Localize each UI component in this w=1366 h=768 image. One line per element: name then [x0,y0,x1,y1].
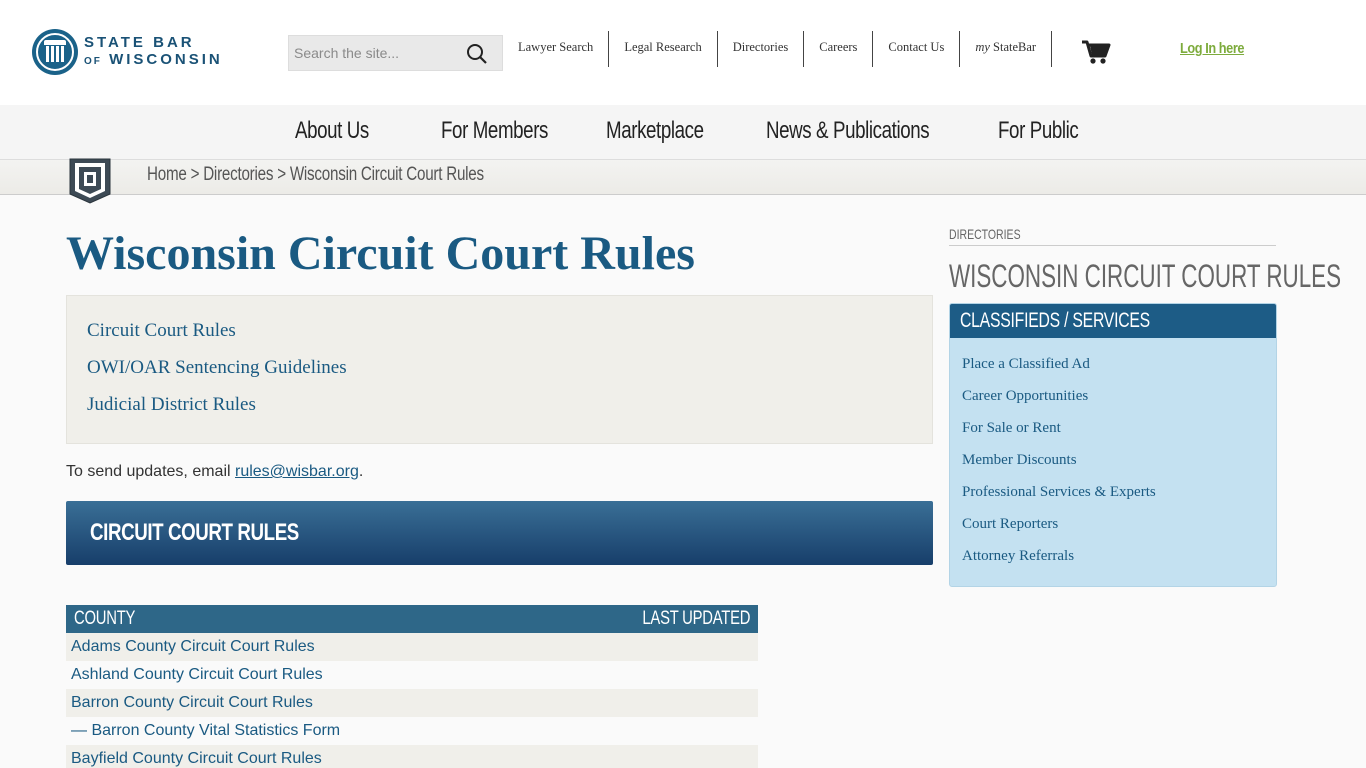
sidebar-link-place-classified[interactable]: Place a Classified Ad [962,356,1090,373]
utility-link-contact-us[interactable]: Contact Us [873,31,961,67]
search-icon[interactable] [466,43,488,65]
breadcrumb-directories[interactable]: Directories [203,164,273,185]
state-bar-logo[interactable]: STATE BAR OF WISCONSIN [32,29,223,75]
breadcrumb-home[interactable]: Home [147,164,187,185]
nav-about-us[interactable]: About Us [295,117,369,145]
utility-link-directories[interactable]: Directories [718,31,805,67]
sidebar-link-for-sale-rent[interactable]: For Sale or Rent [962,420,1061,437]
sidebar-kicker-label: DIRECTORIES [949,226,1021,242]
county-rules-table: COUNTY LAST UPDATED Adams County Circuit… [66,605,758,768]
shield-badge-icon [69,158,111,204]
sidebar-title: WISCONSIN CIRCUIT COURT RULES [949,258,1342,294]
jump-link-owi-oar-guidelines[interactable]: OWI/OAR Sentencing Guidelines [87,357,347,379]
nav-for-public[interactable]: For Public [998,117,1079,145]
table-row[interactable]: Adams County Circuit Court Rules [66,633,758,661]
county-rules-link[interactable]: Ashland County Circuit Court Rules [71,666,323,683]
main-nav: About Us For Members Marketplace News & … [0,105,1366,159]
jump-links-box: Circuit Court Rules OWI/OAR Sentencing G… [66,295,933,444]
jump-link-circuit-court-rules[interactable]: Circuit Court Rules [87,320,236,342]
table-row[interactable]: Ashland County Circuit Court Rules [66,661,758,689]
table-header: COUNTY LAST UPDATED [66,605,758,633]
pillar-seal-icon [32,29,78,75]
column-header-county: COUNTY [74,608,136,629]
county-form-link[interactable]: — Barron County Vital Statistics Form [71,722,340,739]
utility-link-my-statebar[interactable]: my StateBar [960,31,1053,67]
breadcrumb: Home > Directories > Wisconsin Circuit C… [147,164,484,186]
classifieds-services-box: CLASSIFIEDS / SERVICES Place a Classifie… [949,303,1277,587]
breadcrumb-sep: > [277,164,286,185]
sidebar-link-member-discounts[interactable]: Member Discounts [962,452,1077,469]
table-row[interactable]: — Barron County Vital Statistics Form [66,717,758,745]
classifieds-heading: CLASSIFIEDS / SERVICES [960,309,1150,332]
county-rules-link[interactable]: Adams County Circuit Court Rules [71,638,315,655]
utility-link-careers[interactable]: Careers [804,31,874,67]
login-link[interactable]: Log In here [1180,40,1244,57]
update-email-link[interactable]: rules@wisbar.org [235,463,359,480]
statebar-label: StateBar [993,40,1037,54]
jump-link-judicial-district-rules[interactable]: Judicial District Rules [87,394,256,416]
county-rules-link[interactable]: Barron County Circuit Court Rules [71,694,313,711]
update-prefix: To send updates, email [66,463,235,480]
shopping-cart-icon[interactable] [1081,38,1111,66]
sidebar-link-career-opportunities[interactable]: Career Opportunities [962,388,1088,405]
utility-nav: Lawyer Search Legal Research Directories… [505,31,1053,67]
county-rules-link[interactable]: Bayfield County Circuit Court Rules [71,750,322,767]
site-header: STATE BAR OF WISCONSIN Lawyer Search Leg… [0,0,1366,105]
nav-for-members[interactable]: For Members [441,117,548,145]
breadcrumb-current: Wisconsin Circuit Court Rules [289,164,484,185]
sidebar-link-court-reporters[interactable]: Court Reporters [962,516,1058,533]
sidebar-kicker: DIRECTORIES [949,226,1276,246]
site-search [288,35,503,71]
table-row[interactable]: Barron County Circuit Court Rules [66,689,758,717]
nav-news-publications[interactable]: News & Publications [766,117,930,145]
update-suffix: . [358,463,364,480]
section-heading: CIRCUIT COURT RULES [90,519,299,546]
logo-line1: STATE BAR [84,34,195,51]
column-header-last-updated: LAST UPDATED [642,608,750,629]
utility-link-legal-research[interactable]: Legal Research [609,31,718,67]
logo-wordmark: STATE BAR OF WISCONSIN [84,34,223,70]
sidebar-link-attorney-referrals[interactable]: Attorney Referrals [962,548,1074,565]
search-input[interactable] [289,36,459,70]
page-title: Wisconsin Circuit Court Rules [66,227,695,280]
classifieds-header: CLASSIFIEDS / SERVICES [950,304,1276,338]
table-row[interactable]: Bayfield County Circuit Court Rules [66,745,758,768]
sidebar-link-professional-services[interactable]: Professional Services & Experts [962,484,1156,501]
breadcrumb-sep: > [190,164,200,185]
utility-link-lawyer-search[interactable]: Lawyer Search [505,31,610,67]
section-heading-banner: CIRCUIT COURT RULES [66,501,933,565]
logo-of: OF [84,56,102,67]
my-prefix: my [975,40,990,54]
update-note: To send updates, email rules@wisbar.org. [66,463,363,481]
logo-line2: WISCONSIN [109,51,223,68]
nav-marketplace[interactable]: Marketplace [606,117,704,145]
